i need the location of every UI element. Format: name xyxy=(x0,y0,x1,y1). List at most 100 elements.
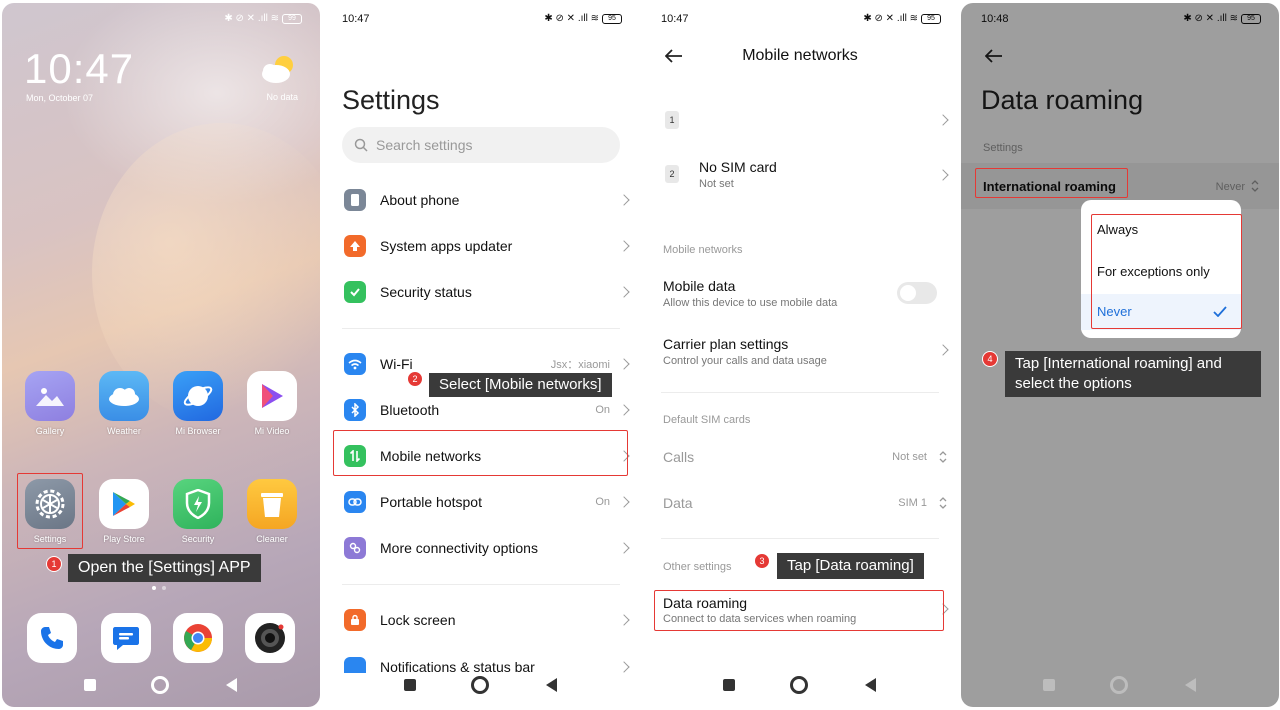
updown-chevron-icon xyxy=(939,497,947,509)
security-shield-icon xyxy=(173,479,223,529)
settings-item-notifications[interactable]: Notifications & status bar xyxy=(322,643,640,673)
search-icon xyxy=(354,138,368,152)
weather-widget[interactable] xyxy=(258,53,298,90)
recents-button[interactable] xyxy=(84,679,96,691)
navigation-bar xyxy=(641,673,959,697)
mi-browser-icon xyxy=(173,371,223,421)
data-row[interactable]: Data SIM 1 xyxy=(641,491,959,517)
navigation-bar xyxy=(2,673,320,697)
recents-button[interactable] xyxy=(723,679,735,691)
mobile-data-row[interactable]: Mobile data Allow this device to use mob… xyxy=(641,275,959,315)
settings-item-portable-hotspot[interactable]: Portable hotspot On xyxy=(322,479,640,525)
settings-item-security-status[interactable]: Security status xyxy=(322,269,640,315)
search-input[interactable]: Search settings xyxy=(342,127,620,163)
app-security[interactable]: Security xyxy=(168,479,228,544)
settings-item-label: Bluetooth xyxy=(380,402,440,418)
settings-item-more-connectivity[interactable]: More connectivity options xyxy=(322,525,640,571)
section-default-sim: Default SIM cards xyxy=(663,414,751,426)
settings-item-label: Lock screen xyxy=(380,612,456,628)
app-cleaner[interactable]: Cleaner xyxy=(242,479,302,544)
toggle-knob xyxy=(900,285,916,301)
mobile-networks-panel: 10:47 ✱ ⊘ ✕ .ıll ≋ 95 Mobile networks 1 … xyxy=(641,3,959,707)
app-play-store[interactable]: Play Store xyxy=(94,479,154,544)
battery-icon: 95 xyxy=(602,13,622,24)
app-label: Play Store xyxy=(103,534,145,544)
page-indicator-dot-active xyxy=(152,586,156,590)
step-badge-1: 1 xyxy=(46,556,62,572)
back-button[interactable] xyxy=(1185,678,1196,692)
search-placeholder: Search settings xyxy=(376,137,473,153)
dock-camera[interactable] xyxy=(240,613,300,663)
weather-label: No data xyxy=(266,92,298,102)
cleaner-trash-icon xyxy=(247,479,297,529)
settings-item-label: Portable hotspot xyxy=(380,494,482,510)
divider xyxy=(342,328,620,329)
section-mobile-networks: Mobile networks xyxy=(663,244,743,256)
app-label: Weather xyxy=(107,426,141,436)
chevron-right-icon xyxy=(618,614,630,626)
camera-icon xyxy=(245,613,295,663)
home-button[interactable] xyxy=(471,676,489,694)
chevron-right-icon xyxy=(937,169,949,181)
connectivity-icon xyxy=(344,537,366,559)
dock-chrome[interactable] xyxy=(168,613,228,663)
instruction-tooltip-2: Select [Mobile networks] xyxy=(429,373,612,397)
home-button[interactable] xyxy=(151,676,169,694)
instruction-tooltip-3: Tap [Data roaming] xyxy=(777,553,924,579)
home-button[interactable] xyxy=(1110,676,1128,694)
status-bar: 10:47 ✱ ⊘ ✕ .ıll ≋ 95 xyxy=(322,13,640,29)
weather-app-icon xyxy=(99,371,149,421)
calls-label: Calls xyxy=(663,449,695,465)
status-icons: ✱ ⊘ ✕ .ıll ≋ 95 xyxy=(863,13,941,24)
chevron-right-icon xyxy=(618,286,630,298)
app-label: Mi Browser xyxy=(175,426,221,436)
app-label: Gallery xyxy=(35,426,65,436)
sim-2-row[interactable]: 2 No SIM card Not set xyxy=(641,153,959,199)
status-icons-text: ✱ ⊘ ✕ .ıll ≋ xyxy=(224,13,279,24)
step-badge-3: 3 xyxy=(754,553,770,569)
dock-messages[interactable] xyxy=(96,613,156,663)
recents-button[interactable] xyxy=(1043,679,1055,691)
back-button[interactable] xyxy=(865,678,876,692)
settings-item-system-apps-updater[interactable]: System apps updater xyxy=(322,223,640,269)
settings-item-lock-screen[interactable]: Lock screen xyxy=(322,597,640,643)
settings-item-label: System apps updater xyxy=(380,238,513,254)
section-other-settings: Other settings xyxy=(663,561,732,573)
mobile-data-title: Mobile data xyxy=(663,278,736,294)
carrier-plan-row[interactable]: Carrier plan settings Control your calls… xyxy=(641,333,959,373)
app-mi-video[interactable]: Mi Video xyxy=(242,371,302,436)
navigation-bar xyxy=(961,673,1279,697)
status-bar: ✱ ⊘ ✕ .ıll ≋ 99 xyxy=(2,13,320,29)
back-button[interactable] xyxy=(546,678,557,692)
calls-row[interactable]: Calls Not set xyxy=(641,445,959,471)
clock-widget[interactable]: 10:47 xyxy=(24,45,134,93)
cloud-sun-icon xyxy=(262,56,293,83)
chevron-right-icon xyxy=(618,194,630,206)
settings-item-value: On xyxy=(595,404,610,416)
app-weather[interactable]: Weather xyxy=(94,371,154,436)
status-icons-text: ✱ ⊘ ✕ .ıll ≋ xyxy=(863,13,918,24)
dock-phone[interactable] xyxy=(22,613,82,663)
settings-item-about-phone[interactable]: About phone xyxy=(322,177,640,223)
recents-button[interactable] xyxy=(404,679,416,691)
chevron-right-icon xyxy=(618,661,630,673)
app-mi-browser[interactable]: Mi Browser xyxy=(168,371,228,436)
back-button[interactable] xyxy=(226,678,237,692)
settings-item-value: Jsx：xiaomi xyxy=(550,359,610,371)
sim-2-subtitle: Not set xyxy=(699,178,734,190)
home-screen-panel: ✱ ⊘ ✕ .ıll ≋ 99 10:47 Mon, October 07 No… xyxy=(2,3,320,707)
settings-item-label: Notifications & status bar xyxy=(380,659,535,673)
sim-1-row[interactable]: 1 xyxy=(641,99,959,141)
home-button[interactable] xyxy=(790,676,808,694)
settings-item-value: On xyxy=(595,496,610,508)
settings-item-label: About phone xyxy=(380,192,460,208)
battery-icon: 95 xyxy=(921,13,941,24)
chevron-right-icon xyxy=(937,344,949,356)
sim-2-badge: 2 xyxy=(665,165,679,183)
mi-video-icon xyxy=(247,371,297,421)
app-gallery[interactable]: Gallery xyxy=(20,371,80,436)
chevron-right-icon xyxy=(618,542,630,554)
mobile-data-subtitle: Allow this device to use mobile data xyxy=(663,297,838,309)
mobile-data-toggle[interactable] xyxy=(897,282,937,304)
hotspot-link-icon xyxy=(344,491,366,513)
